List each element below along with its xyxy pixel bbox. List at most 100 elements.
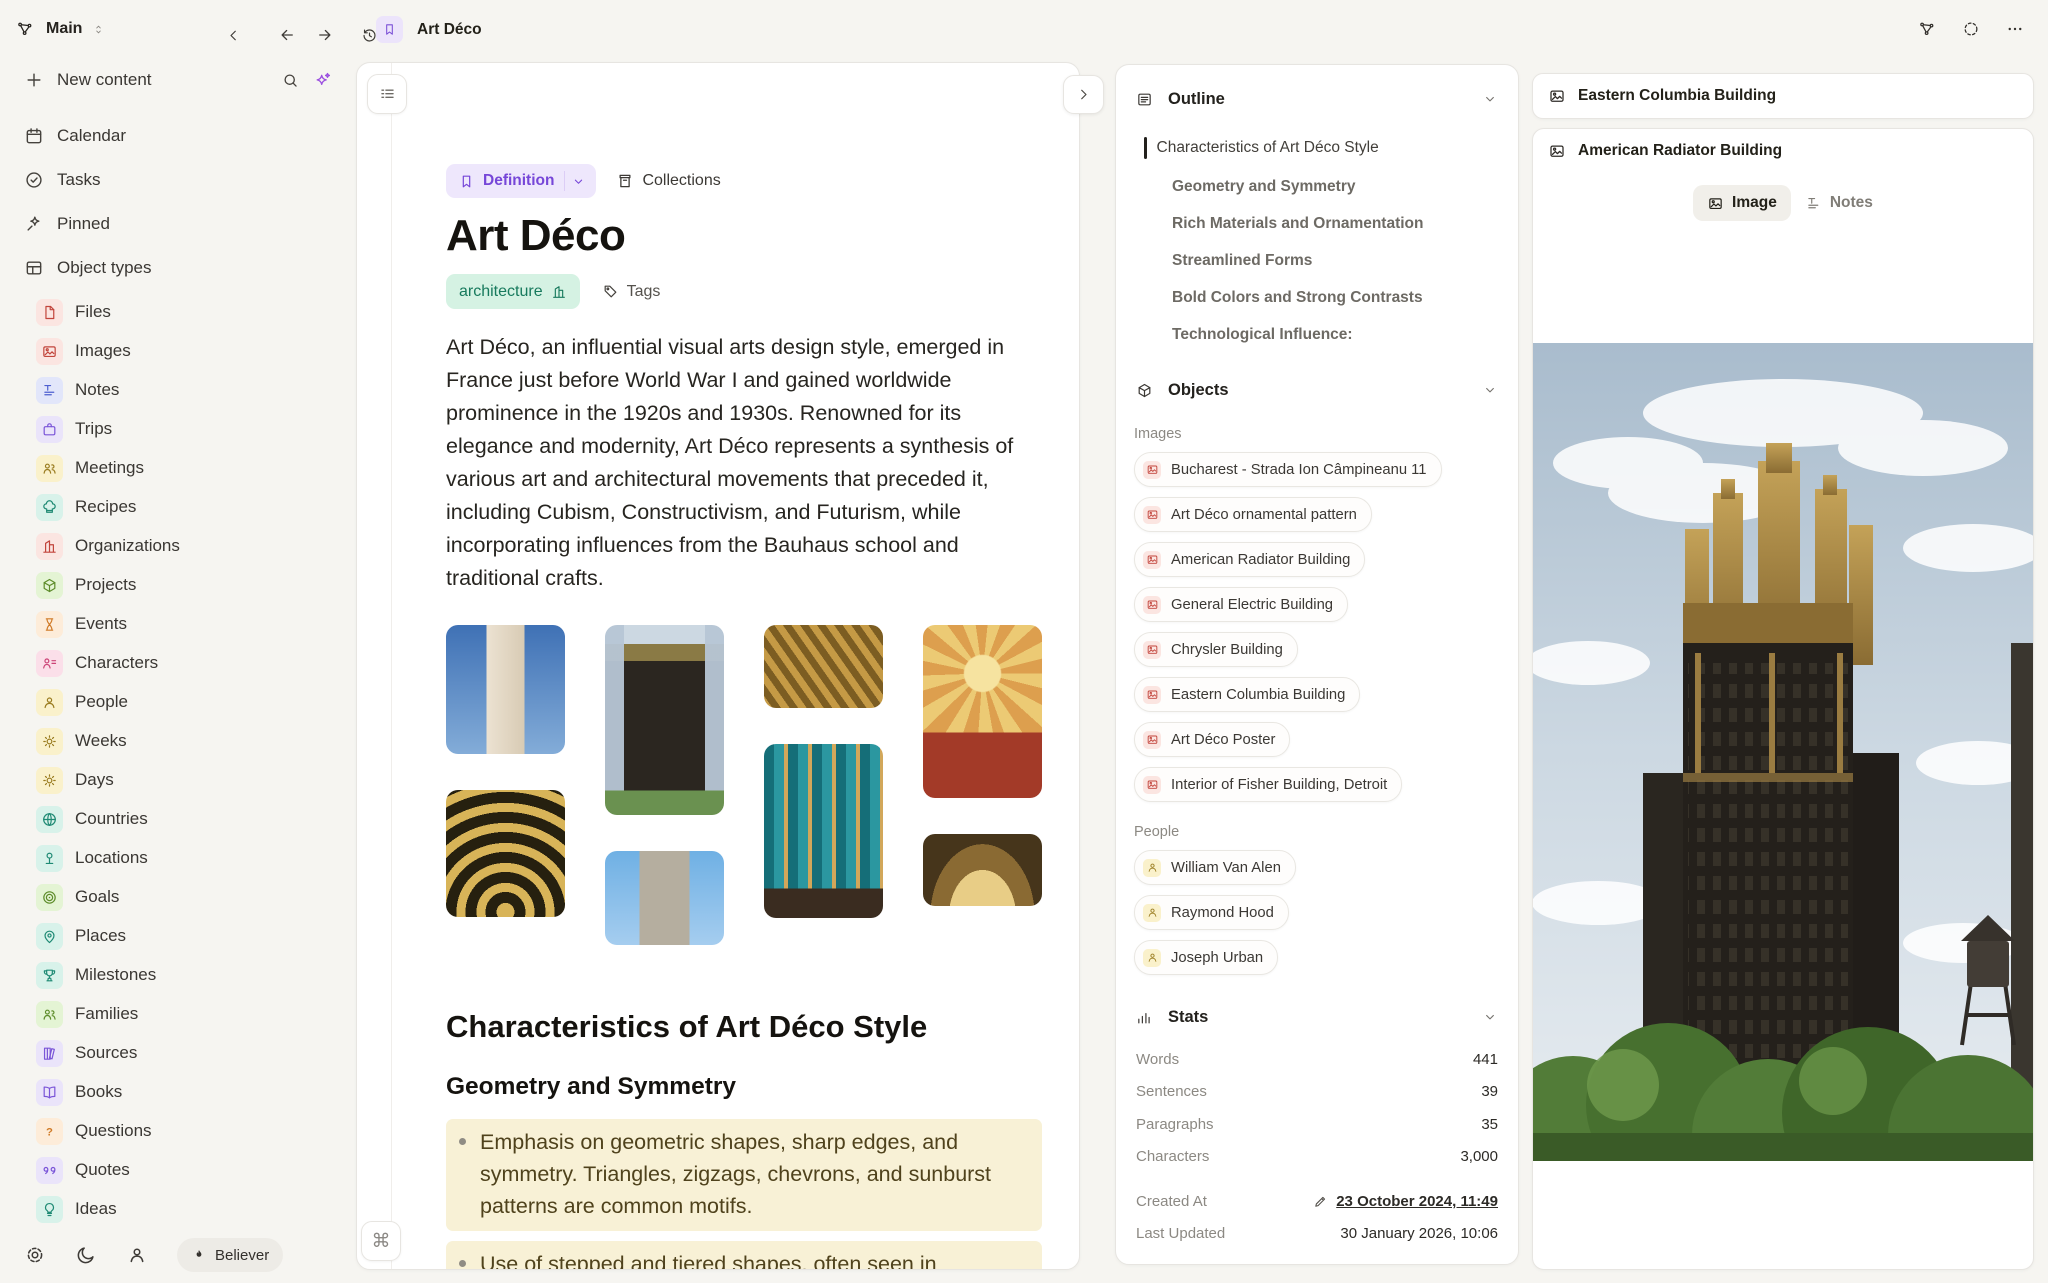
person-object-pill[interactable]: Joseph Urban: [1134, 940, 1278, 975]
gallery-image[interactable]: [446, 625, 565, 754]
chevron-down-icon[interactable]: [1482, 382, 1498, 398]
section-heading[interactable]: Characteristics of Art Déco Style: [446, 1009, 1042, 1045]
preview-collapsed-card[interactable]: Eastern Columbia Building: [1532, 73, 2034, 119]
bullet-item[interactable]: Use of stepped and tiered shapes, often …: [446, 1241, 1042, 1270]
person-object-pill[interactable]: Raymond Hood: [1134, 895, 1289, 930]
sidebar-type-item[interactable]: Characters: [36, 645, 346, 681]
sidebar-type-item[interactable]: Weeks: [36, 723, 346, 759]
tag-architecture[interactable]: architecture: [446, 274, 580, 309]
gallery-image[interactable]: [764, 625, 883, 708]
sidebar-type-item[interactable]: Goals: [36, 879, 346, 915]
sidebar-type-item[interactable]: Countries: [36, 801, 346, 837]
command-shortcut-button[interactable]: ⌘: [361, 1221, 401, 1261]
sidebar-type-item[interactable]: Events: [36, 606, 346, 642]
sidebar-object-types: Files Images Notes Trips Meetings: [0, 294, 356, 1227]
dark-mode-moon-icon[interactable]: [75, 1244, 97, 1266]
outline-section-header[interactable]: Outline: [1136, 87, 1498, 111]
outline-item[interactable]: Bold Colors and Strong Contrasts: [1172, 289, 1498, 307]
sidebar-type-item[interactable]: Recipes: [36, 489, 346, 525]
chevron-down-icon[interactable]: [1482, 91, 1498, 107]
sidebar-type-item[interactable]: Images: [36, 333, 346, 369]
person-object-pill[interactable]: William Van Alen: [1134, 850, 1296, 885]
image-object-pill[interactable]: Bucharest - Strada Ion Câmpineanu 11: [1134, 452, 1442, 487]
sidebar-type-label: Goals: [75, 887, 119, 907]
objects-section-header[interactable]: Objects: [1136, 378, 1498, 402]
sidebar-type-item[interactable]: Organizations: [36, 528, 346, 564]
chevron-down-icon[interactable]: [571, 174, 586, 189]
image-object-pill[interactable]: Chrysler Building: [1134, 632, 1298, 667]
tab-image[interactable]: Image: [1693, 185, 1791, 221]
sidebar-type-item[interactable]: Ideas: [36, 1191, 346, 1227]
image-object-pill[interactable]: Art Déco Poster: [1134, 722, 1290, 757]
sidebar-item[interactable]: Tasks: [24, 160, 346, 200]
created-at-editor[interactable]: 23 October 2024, 11:49: [1313, 1193, 1498, 1210]
outline-item[interactable]: Geometry and Symmetry: [1172, 178, 1498, 196]
intro-paragraph[interactable]: Art Déco, an influential visual arts des…: [446, 331, 1042, 595]
collapse-sidebar-button[interactable]: [218, 20, 248, 50]
collections-button[interactable]: Collections: [616, 172, 720, 190]
outline-item[interactable]: Rich Materials and Ornamentation: [1172, 215, 1498, 233]
ai-sparkle-icon[interactable]: [313, 71, 332, 90]
sidebar-type-item[interactable]: Families: [36, 996, 346, 1032]
image-object-pill[interactable]: American Radiator Building: [1134, 542, 1365, 577]
stats-rows: Words 441 Sentences 39 Paragraphs 35 Cha…: [1116, 1043, 1518, 1173]
gallery-image[interactable]: [764, 744, 883, 918]
sidebar-type-item[interactable]: Books: [36, 1074, 346, 1110]
profile-person-icon[interactable]: [126, 1244, 148, 1266]
search-icon[interactable]: [281, 71, 300, 90]
sidebar-type-item[interactable]: Milestones: [36, 957, 346, 993]
pencil-icon: [1313, 1194, 1328, 1209]
new-content-button[interactable]: New content: [24, 58, 346, 102]
image-object-pill[interactable]: Eastern Columbia Building: [1134, 677, 1360, 712]
outline-item[interactable]: Technological Influence:: [1172, 326, 1498, 344]
subsection-heading[interactable]: Geometry and Symmetry: [446, 1073, 1042, 1101]
page-title[interactable]: Art Déco: [446, 211, 1042, 261]
bullet-item[interactable]: Emphasis on geometric shapes, sharp edge…: [446, 1119, 1042, 1231]
settings-gear-icon[interactable]: [24, 1244, 46, 1266]
stats-section-header[interactable]: Stats: [1136, 1005, 1498, 1029]
sidebar-item[interactable]: Object types: [24, 248, 346, 288]
outline-current-item[interactable]: Characteristics of Art Déco Style: [1144, 137, 1498, 159]
sidebar-type-item[interactable]: Locations: [36, 840, 346, 876]
sidebar-item[interactable]: Pinned: [24, 204, 346, 244]
membership-badge[interactable]: Believer: [177, 1238, 283, 1272]
tags-property[interactable]: Tags: [602, 283, 661, 301]
image-object-pill[interactable]: General Electric Building: [1134, 587, 1348, 622]
american-radiator-photo[interactable]: [1533, 343, 2033, 1161]
gallery-image[interactable]: [923, 625, 1042, 798]
globe-icon: [41, 811, 58, 828]
graph-view-button[interactable]: [1918, 20, 1936, 38]
image-object-pill[interactable]: Art Déco ornamental pattern: [1134, 497, 1372, 532]
gallery-image[interactable]: [605, 625, 724, 815]
back-button[interactable]: [272, 20, 302, 50]
sidebar-type-item[interactable]: Places: [36, 918, 346, 954]
image-object-pill[interactable]: Interior of Fisher Building, Detroit: [1134, 767, 1402, 802]
gallery-image[interactable]: [923, 834, 1042, 906]
toc-button[interactable]: [367, 74, 407, 114]
sidebar-type-item[interactable]: Files: [36, 294, 346, 330]
gallery-image[interactable]: [446, 790, 565, 917]
gallery-image[interactable]: [605, 851, 724, 945]
chevron-down-icon[interactable]: [1482, 1009, 1498, 1025]
sidebar-type-item[interactable]: Questions: [36, 1113, 346, 1149]
sidebar-type-item[interactable]: Days: [36, 762, 346, 798]
space-switcher[interactable]: Main: [16, 20, 105, 38]
sync-status-button[interactable]: [1962, 20, 1980, 38]
created-at-value[interactable]: 23 October 2024, 11:49: [1336, 1193, 1498, 1210]
sidebar-type-item[interactable]: People: [36, 684, 346, 720]
sidebar-item[interactable]: Calendar: [24, 116, 346, 156]
tab-notes[interactable]: Notes: [1805, 194, 1873, 212]
sidebar-type-item[interactable]: Notes: [36, 372, 346, 408]
breadcrumb[interactable]: Art Déco: [376, 16, 482, 43]
sidebar-type-item[interactable]: Quotes: [36, 1152, 346, 1188]
more-options-button[interactable]: [2006, 20, 2024, 38]
expand-panel-button[interactable]: [1063, 75, 1104, 114]
sidebar-type-item[interactable]: Projects: [36, 567, 346, 603]
outline-item[interactable]: Streamlined Forms: [1172, 252, 1498, 270]
object-type-selector[interactable]: Definition: [446, 164, 596, 198]
sidebar-type-item[interactable]: Meetings: [36, 450, 346, 486]
sidebar-type-item[interactable]: Trips: [36, 411, 346, 447]
sidebar-type-item[interactable]: Sources: [36, 1035, 346, 1071]
forward-button[interactable]: [310, 20, 340, 50]
preview-title-row[interactable]: American Radiator Building: [1533, 129, 2033, 173]
